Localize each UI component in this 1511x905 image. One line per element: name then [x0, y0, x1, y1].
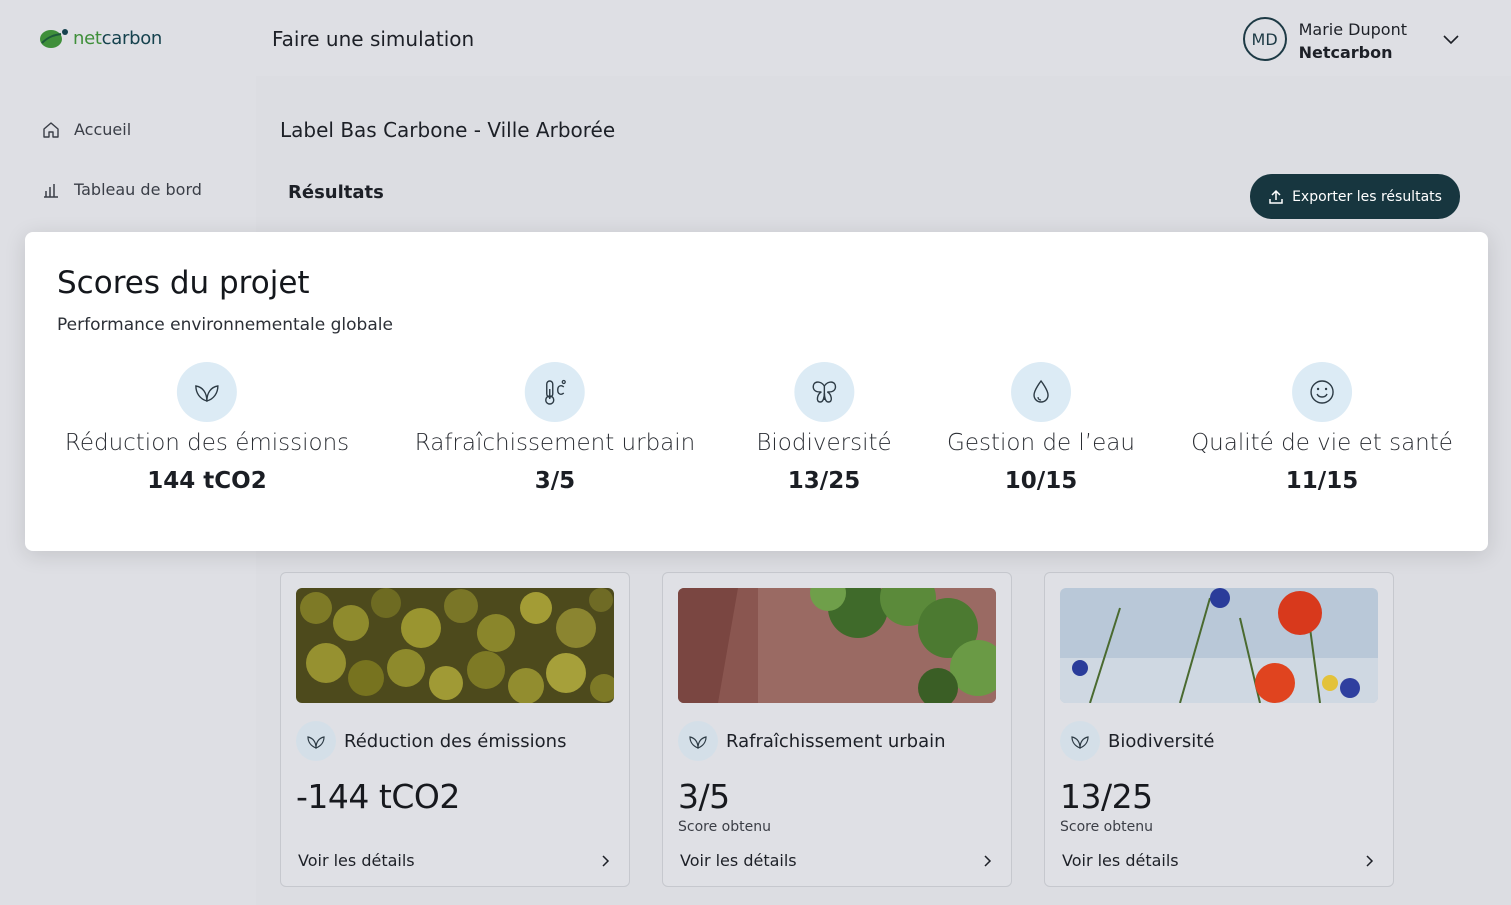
view-details-link[interactable]: Voir les détails [1062, 851, 1376, 870]
card-value: 3/5 [678, 777, 730, 816]
thermometer-icon [525, 362, 585, 422]
sidebar-item-label: Tableau de bord [74, 180, 202, 199]
logo-leaf-icon [39, 26, 69, 50]
score-value: 11/15 [1285, 468, 1359, 494]
chevron-right-icon [984, 854, 992, 867]
result-card-biodiversity[interactable]: Biodiversité 13/25 Score obtenu Voir les… [1044, 572, 1394, 887]
leaf-icon [1060, 721, 1100, 761]
score-cooling: Rafraîchissement urbain 3/5 [414, 362, 696, 494]
scores-subtitle: Performance environnementale globale [57, 315, 393, 335]
result-card-cooling[interactable]: Rafraîchissement urbain 3/5 Score obtenu… [662, 572, 1012, 887]
water-drop-icon [1010, 362, 1071, 422]
page-title: Faire une simulation [272, 27, 475, 51]
result-card-emissions[interactable]: Réduction des émissions -144 tCO2 Voir l… [280, 572, 630, 887]
smile-icon [1292, 362, 1352, 422]
score-value: 3/5 [534, 468, 576, 494]
top-bar: Faire une simulation MD Marie Dupont Net… [256, 0, 1511, 76]
card-sub: Score obtenu [1060, 819, 1153, 835]
score-value: 13/25 [787, 468, 861, 494]
score-quality-of-life: Qualité de vie et santé 11/15 [1191, 362, 1453, 494]
logo-text: netcarbon [73, 27, 163, 49]
score-label: Qualité de vie et santé [1191, 430, 1453, 456]
butterfly-icon [794, 362, 854, 422]
score-emissions: Réduction des émissions 144 tCO2 [65, 362, 349, 494]
chevron-down-icon[interactable] [1441, 29, 1461, 49]
score-label: Biodiversité [756, 430, 892, 456]
scores-card: Scores du projet Performance environneme… [25, 232, 1488, 551]
sidebar-item-accueil[interactable]: Accueil [42, 120, 131, 139]
netcarbon-logo[interactable]: netcarbon [39, 26, 162, 50]
project-title: Label Bas Carbone - Ville Arborée [280, 118, 616, 142]
export-results-button[interactable]: Exporter les résultats [1250, 174, 1460, 219]
user-menu[interactable]: MD Marie Dupont Netcarbon [1242, 17, 1461, 62]
user-org: Netcarbon [1298, 42, 1393, 62]
score-label: Gestion de l’eau [947, 430, 1135, 456]
card-label: Réduction des émissions [344, 730, 567, 752]
score-value: 10/15 [1004, 468, 1078, 494]
chevron-right-icon [602, 854, 610, 867]
export-label: Exporter les résultats [1292, 188, 1442, 205]
scores-title: Scores du projet [57, 265, 310, 301]
view-details-link[interactable]: Voir les détails [680, 851, 994, 870]
card-sub: Score obtenu [678, 819, 771, 835]
upload-icon [1269, 189, 1283, 204]
leaf-icon [176, 362, 237, 422]
avatar[interactable]: MD [1242, 17, 1287, 62]
card-value: -144 tCO2 [296, 777, 460, 816]
user-name: Marie Dupont [1298, 20, 1407, 39]
chart-icon [44, 183, 58, 198]
forest-image [296, 588, 614, 703]
leaf-icon [678, 721, 718, 761]
wall-tree-image [678, 588, 996, 703]
card-value: 13/25 [1060, 777, 1153, 816]
leaf-icon [296, 721, 336, 761]
card-label: Rafraîchissement urbain [726, 730, 946, 752]
sidebar-item-label: Accueil [74, 120, 132, 139]
chevron-right-icon [1366, 854, 1374, 867]
score-biodiversity: Biodiversité 13/25 [756, 362, 892, 494]
card-label: Biodiversité [1108, 730, 1215, 752]
score-value: 144 tCO2 [147, 468, 267, 494]
flowers-image [1060, 588, 1378, 703]
score-label: Réduction des émissions [64, 430, 350, 456]
section-title: Résultats [288, 182, 384, 203]
sidebar-item-tableau-de-bord[interactable]: Tableau de bord [42, 180, 202, 199]
view-details-link[interactable]: Voir les détails [298, 851, 612, 870]
score-water: Gestion de l’eau 10/15 [947, 362, 1135, 494]
score-label: Rafraîchissement urbain [414, 430, 696, 456]
home-icon [43, 121, 59, 138]
